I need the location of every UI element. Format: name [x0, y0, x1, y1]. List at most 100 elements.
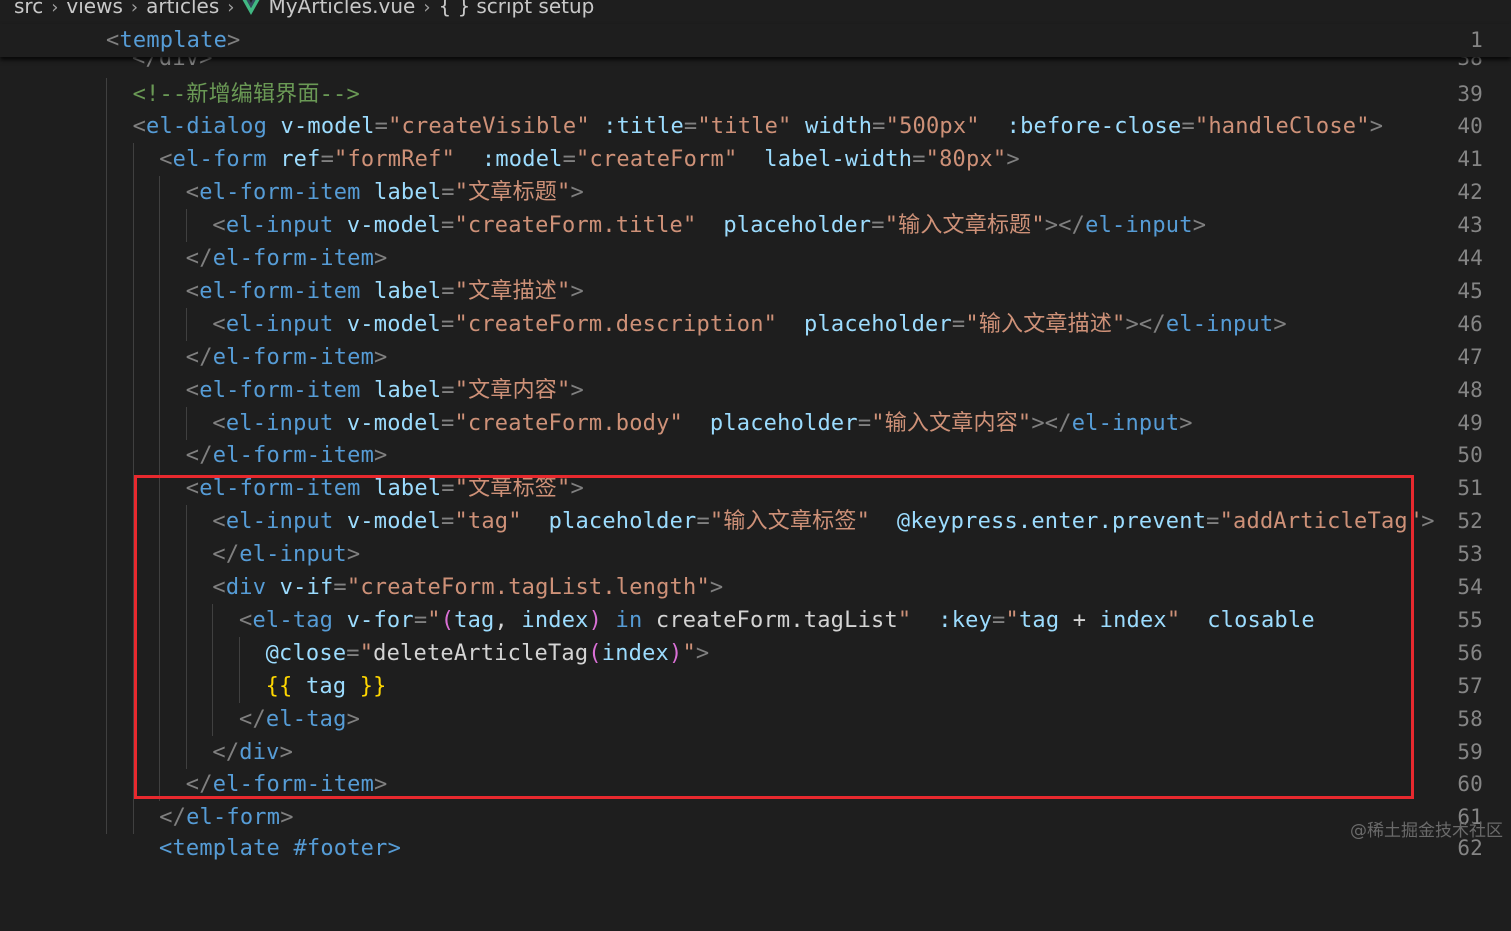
code-line[interactable]: 41 <el-form ref="formRef" :model="createF… [0, 143, 1511, 176]
code-token: < [159, 147, 172, 172]
code-line[interactable]: 43<el-input v-model="createForm.title" p… [0, 209, 1511, 242]
indent-guide [106, 341, 107, 374]
code-token [361, 180, 374, 205]
code-token: "输入文章标题" [885, 213, 1045, 238]
code-line[interactable]: 46 <el-input v-model="createForm.descript… [0, 308, 1511, 341]
code-token: = [414, 608, 427, 633]
code-line[interactable]: 60 </el-form-item> [0, 768, 1511, 801]
code-line[interactable]: 55<el-tag v-for="(tag, index) in createF… [0, 604, 1511, 637]
line-number[interactable]: 45 [1421, 275, 1511, 308]
code-text: <el-form ref="formRef" :model="createFor… [159, 143, 1020, 176]
sticky-line[interactable]: 1 <template> [0, 24, 1511, 57]
line-number[interactable]: 46 [1421, 308, 1511, 341]
indent-guide [106, 768, 107, 801]
code-text: </el-form-item> [186, 768, 388, 801]
code-text: </el-form-item> [186, 439, 388, 472]
code-token: placeholder [710, 411, 858, 436]
code-line[interactable]: 40<el-dialog v-model="createVisible" :ti… [0, 110, 1511, 143]
line-number[interactable]: 60 [1421, 768, 1511, 801]
code-token: v-model [347, 411, 441, 436]
code-token: = [441, 279, 454, 304]
code-token: ref [280, 147, 320, 172]
code-text: <el-form-item label="文章内容"> [186, 374, 584, 407]
line-number[interactable]: 41 [1421, 143, 1511, 176]
code-token: index [521, 608, 588, 633]
line-number[interactable]: 53 [1421, 538, 1511, 571]
code-token: " [898, 608, 911, 633]
line-number[interactable]: 55 [1421, 604, 1511, 637]
line-number[interactable]: 48 [1421, 374, 1511, 407]
code-text: <el-form-item label="文章标题"> [186, 176, 584, 209]
line-number[interactable]: 59 [1421, 736, 1511, 769]
line-number[interactable]: 47 [1421, 341, 1511, 374]
indent-guide [106, 472, 107, 505]
indent-guide [186, 670, 187, 703]
indent-guide [159, 209, 160, 242]
line-number[interactable]: 42 [1421, 176, 1511, 209]
code-token: = [1181, 114, 1194, 139]
code-line[interactable]: 54<div v-if="createForm.tagList.length"> [0, 571, 1511, 604]
line-number[interactable]: 49 [1421, 407, 1511, 440]
line-number[interactable]: 50 [1421, 439, 1511, 472]
breadcrumb-item-articles[interactable]: articles [146, 0, 219, 18]
code-token: > [347, 542, 360, 567]
indent-guide [106, 505, 107, 538]
code-text: <el-input v-model="createForm.descriptio… [212, 308, 1286, 341]
breadcrumb-item-file[interactable]: MyArticles.vue [268, 0, 415, 18]
line-number[interactable]: 40 [1421, 110, 1511, 143]
code-line[interactable]: 51<el-form-item label="文章标签"> [0, 472, 1511, 505]
code-token: > [1421, 509, 1434, 534]
code-token: tag [1019, 608, 1059, 633]
code-line[interactable]: 61</el-form> [0, 801, 1511, 834]
breadcrumb-item-symbol[interactable]: script setup [476, 0, 594, 18]
sticky-scroll-header[interactable]: 1 <template> [0, 24, 1511, 57]
code-line[interactable]: 59</div> [0, 736, 1511, 769]
code-token: el-form-item [213, 772, 374, 797]
code-token: v-if [280, 575, 334, 600]
line-number[interactable]: 39 [1421, 78, 1511, 111]
code-token: " [427, 608, 440, 633]
indent-guide [212, 703, 213, 736]
line-number[interactable]: 54 [1421, 571, 1511, 604]
code-line[interactable]: 42 <el-form-item label="文章标题"> [0, 176, 1511, 209]
code-token [683, 411, 710, 436]
code-token: < [186, 279, 199, 304]
line-number[interactable]: 57 [1421, 670, 1511, 703]
indent-guide [186, 571, 187, 604]
breadcrumb-item-src[interactable]: src [14, 0, 43, 18]
code-line[interactable]: 44</el-form-item> [0, 242, 1511, 275]
code-line[interactable]: 49<el-input v-model="createForm.body" pl… [0, 407, 1511, 440]
code-line[interactable]: 53</el-input> [0, 538, 1511, 571]
code-line-partial-bottom[interactable]: 62 <template #footer> [0, 832, 1511, 865]
code-line[interactable]: 39<!--新增编辑界面--> [0, 78, 1511, 111]
code-line[interactable]: 58</el-tag> [0, 703, 1511, 736]
code-token: ( [588, 641, 601, 666]
code-token: > [1193, 213, 1206, 238]
code-line[interactable]: 48 <el-form-item label="文章内容"> [0, 374, 1511, 407]
code-token: > [347, 707, 360, 732]
code-line[interactable]: 47</el-form-item> [0, 341, 1511, 374]
line-number[interactable]: 56 [1421, 637, 1511, 670]
breadcrumb-item-views[interactable]: views [66, 0, 122, 18]
line-number[interactable]: 58 [1421, 703, 1511, 736]
code-token: in [616, 608, 643, 633]
code-line[interactable]: 52<el-input v-model="tag" placeholder="输… [0, 505, 1511, 538]
code-token: < [133, 114, 146, 139]
code-line[interactable]: 45<el-form-item label="文章描述"> [0, 275, 1511, 308]
line-number[interactable]: 43 [1421, 209, 1511, 242]
code-line[interactable]: 57{{ tag }} [0, 670, 1511, 703]
code-line[interactable]: 56@close="deleteArticleTag(index)"> [0, 637, 1511, 670]
code-token: el-input [226, 312, 334, 337]
code-token: el-form-item [213, 246, 374, 271]
code-token [602, 608, 615, 633]
code-token: < [186, 378, 199, 403]
line-number[interactable]: 51 [1421, 472, 1511, 505]
indent-guide [133, 176, 134, 209]
line-number[interactable]: 1 [1421, 24, 1511, 57]
code-token: > [374, 772, 387, 797]
code-token [346, 674, 359, 699]
code-token [1180, 608, 1207, 633]
line-number[interactable]: 44 [1421, 242, 1511, 275]
code-line[interactable]: 50 </el-form-item> [0, 439, 1511, 472]
code-token: index [1100, 608, 1167, 633]
